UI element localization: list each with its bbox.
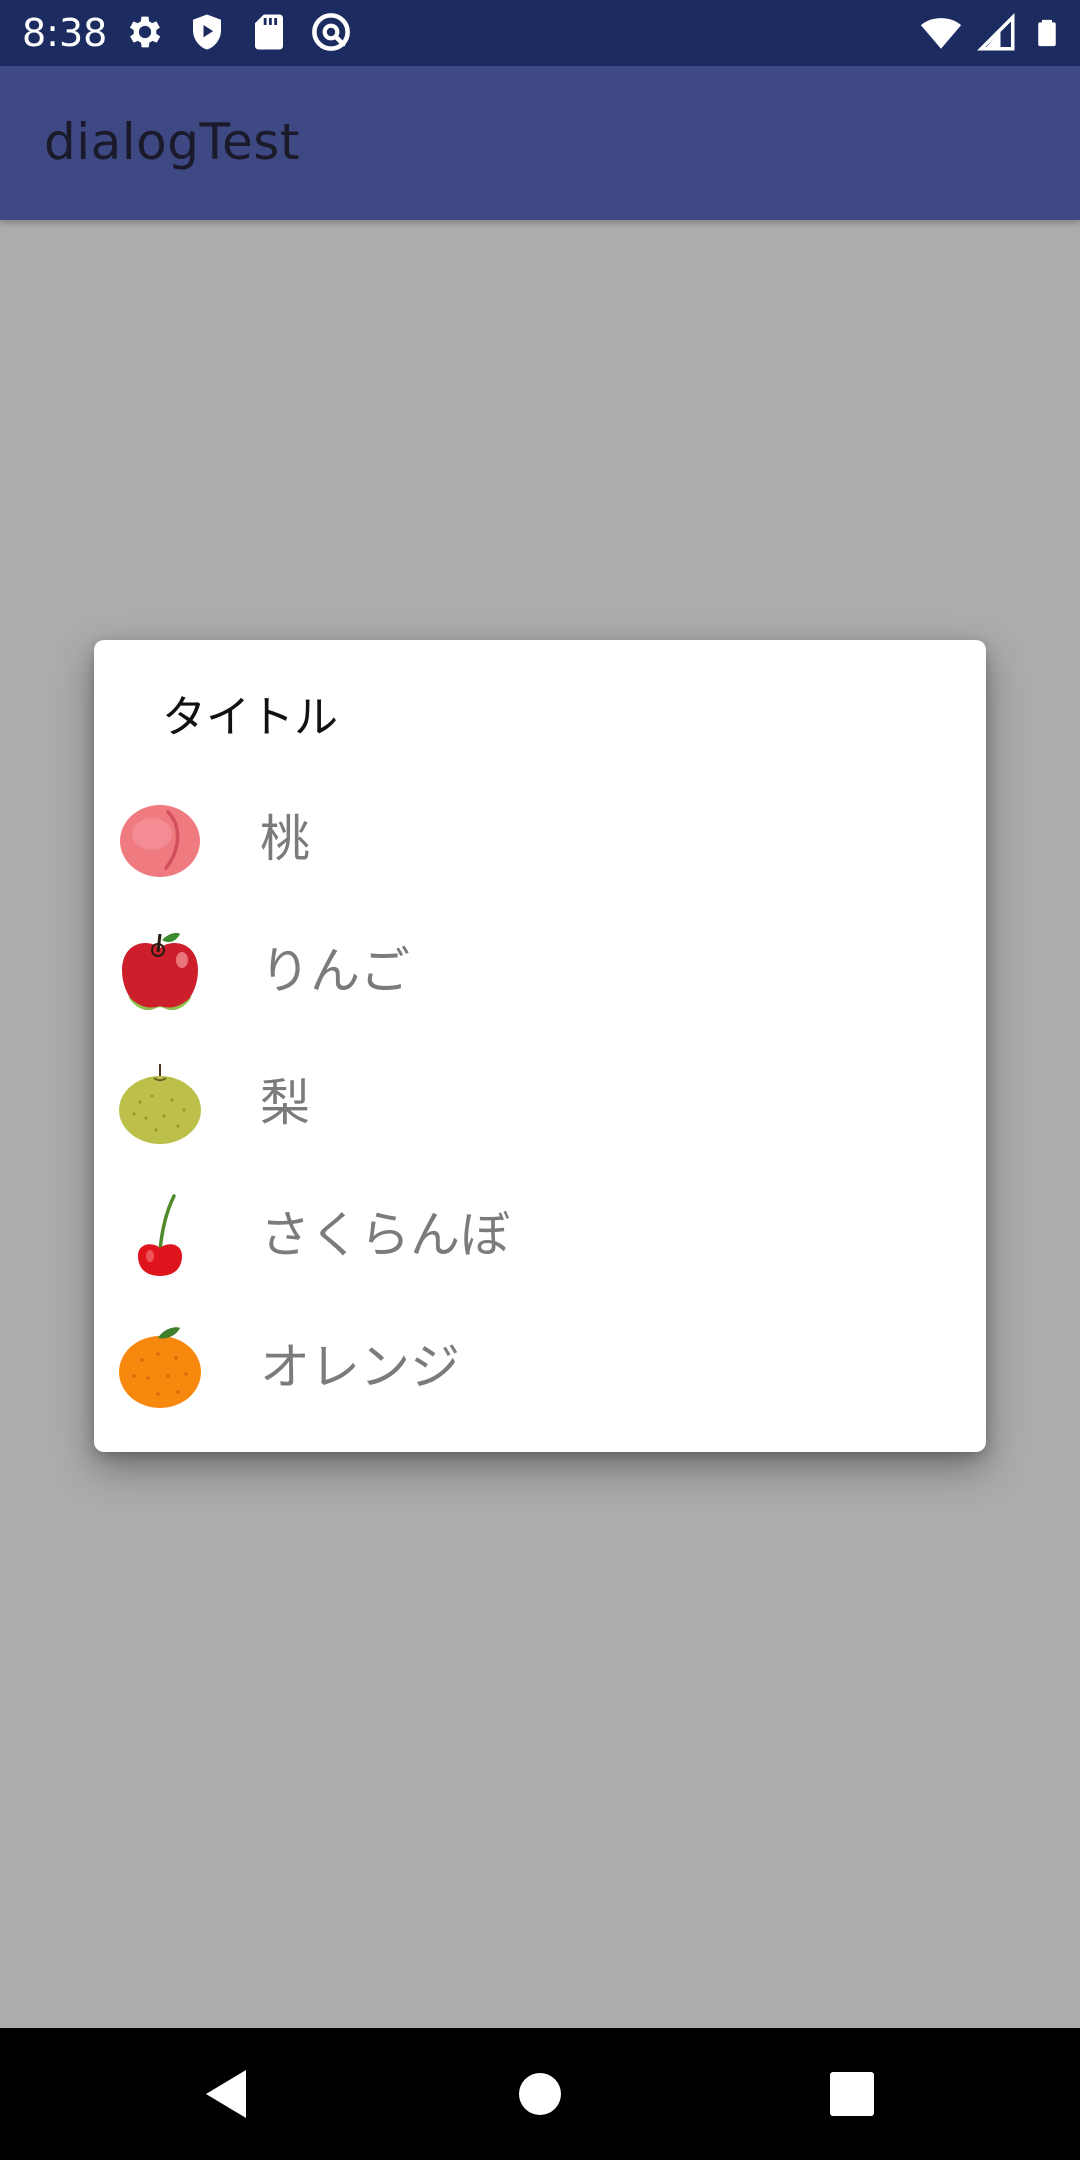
screen: 8:38 dialogTest タイトル 桃 りんご 梨 さくらんぼ オレンジ: [0, 0, 1080, 2160]
settings-gear-icon: [129, 16, 161, 48]
status-bar: 8:38: [0, 0, 1080, 66]
peach-icon: [120, 805, 200, 877]
list-item-label: りんご: [260, 942, 410, 1000]
list-item-orange[interactable]: オレンジ: [94, 1300, 986, 1432]
battery-icon: [1038, 19, 1056, 47]
list-item-label: オレンジ: [260, 1338, 460, 1396]
wifi-icon: [920, 18, 962, 49]
orange-icon: [119, 1327, 201, 1408]
list-item-label: 桃: [260, 810, 310, 868]
status-icons-right: [920, 12, 1062, 54]
app-bar: dialogTest: [0, 66, 1080, 220]
cherry-icon: [138, 1194, 182, 1276]
dialog-list: 桃 りんご 梨 さくらんぼ オレンジ: [94, 772, 986, 1432]
status-time: 8:38: [22, 11, 108, 55]
navigation-bar: [0, 2028, 1080, 2160]
list-item-label: 梨: [260, 1074, 310, 1132]
apple-icon: [122, 932, 198, 1010]
at-sign-icon: [312, 13, 350, 51]
cellular-signal-icon: [977, 13, 1015, 51]
sd-card-icon: [255, 14, 283, 50]
list-item-cherry[interactable]: さくらんぼ: [94, 1168, 986, 1300]
dialog: タイトル 桃 りんご 梨 さくらんぼ オレンジ: [94, 640, 986, 1452]
list-item-peach[interactable]: 桃: [94, 772, 986, 904]
dialog-title: タイトル: [162, 692, 338, 743]
list-item-pear[interactable]: 梨: [94, 1036, 986, 1168]
recents-icon[interactable]: [816, 2058, 888, 2130]
shield-play-icon: [193, 14, 221, 50]
app-title: dialogTest: [44, 113, 300, 171]
list-item-apple[interactable]: りんご: [94, 904, 986, 1036]
list-item-label: さくらんぼ: [260, 1206, 510, 1264]
pear-icon: [119, 1064, 201, 1144]
back-icon[interactable]: [190, 2058, 262, 2130]
status-icons-left: [124, 11, 352, 53]
home-icon[interactable]: [504, 2058, 576, 2130]
